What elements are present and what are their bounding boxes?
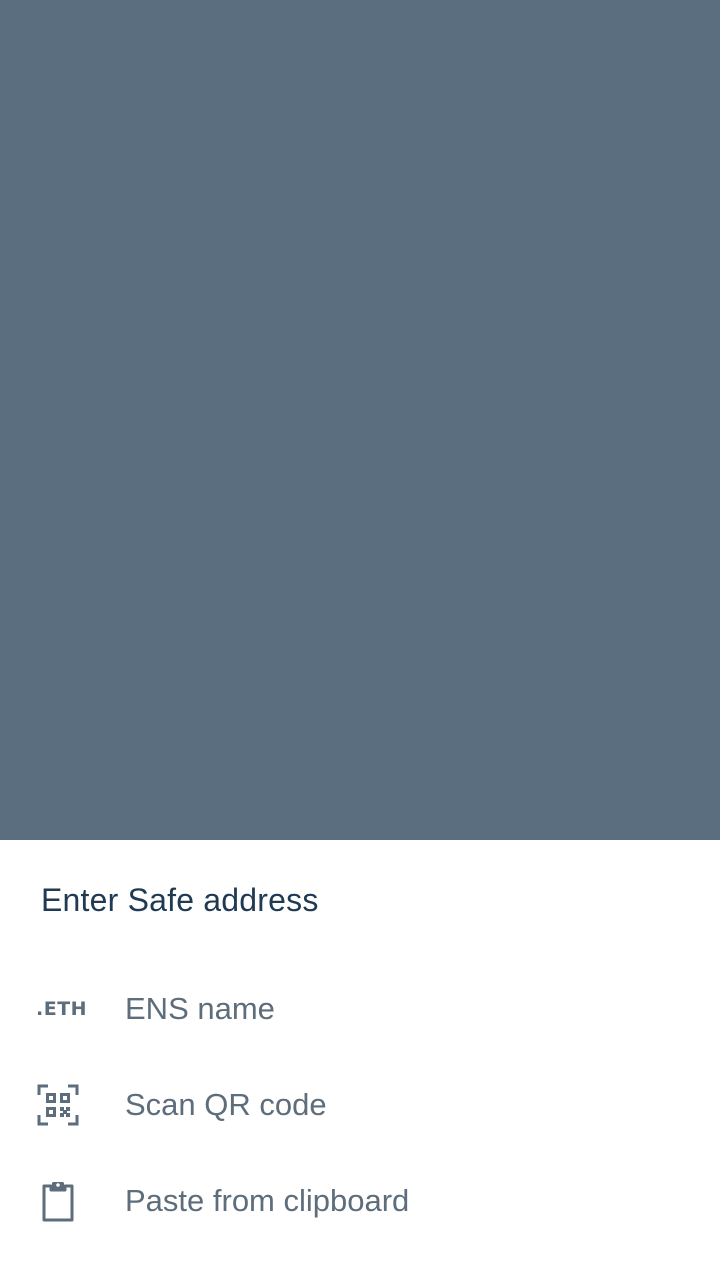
qr-code-icon [36,1083,80,1127]
eth-icon: .ETH [36,987,87,1031]
clipboard-icon [36,1179,80,1223]
sheet-title: Enter Safe address [41,882,319,918]
scan-qr-code-option[interactable]: Scan QR code [0,1057,720,1153]
ens-name-label: ENS name [125,991,275,1026]
scan-qr-code-label: Scan QR code [125,1087,327,1122]
paste-from-clipboard-label: Paste from clipboard [125,1183,410,1218]
dimmed-background-scrim[interactable] [0,0,720,840]
paste-from-clipboard-option[interactable]: Paste from clipboard [0,1153,720,1249]
ens-name-option[interactable]: .ETH ENS name [0,961,720,1057]
eth-icon-label: .ETH [36,998,88,1020]
screen: Enter Safe address .ETH ENS name Scan QR… [0,0,720,1280]
